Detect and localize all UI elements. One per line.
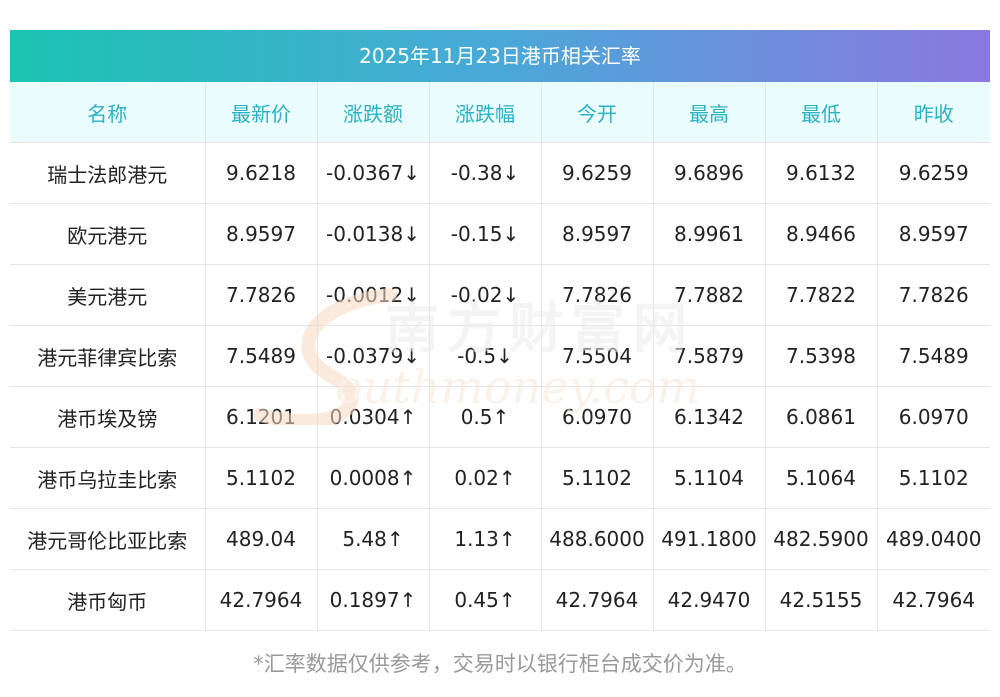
low-price: 42.5155 (765, 569, 878, 631)
footnote: *汇率数据仅供参考，交易时以银行柜台成交价为准。 (253, 652, 747, 676)
prev-close-price: 42.7964 (877, 569, 990, 631)
table-header-row: 名称 最新价 涨跌额 涨跌幅 今开 最高 最低 昨收 (10, 82, 990, 143)
change-percent: -0.15↓ (429, 203, 542, 265)
change-percent: 0.02↑ (429, 447, 542, 509)
currency-pair-name: 美元港元 (10, 264, 206, 326)
change-amount: 5.48↑ (317, 508, 430, 570)
latest-price: 6.1201 (205, 386, 318, 448)
open-price: 6.0970 (541, 386, 654, 448)
prev-close-price: 7.5489 (877, 325, 990, 387)
low-price: 8.9466 (765, 203, 878, 265)
change-percent: 0.5↑ (429, 386, 542, 448)
currency-pair-name: 港元哥伦比亚比索 (10, 508, 206, 570)
low-price: 5.1064 (765, 447, 878, 509)
table-row: 欧元港元 8.9597 -0.0138↓ -0.15↓ 8.9597 8.996… (10, 203, 990, 265)
currency-pair-name: 港币匈币 (10, 569, 206, 631)
high-price: 7.5879 (653, 325, 766, 387)
high-price: 7.7882 (653, 264, 766, 326)
high-price: 6.1342 (653, 386, 766, 448)
high-price: 491.1800 (653, 508, 766, 570)
header-change-pct: 涨跌幅 (429, 82, 542, 143)
low-price: 7.7822 (765, 264, 878, 326)
header-open: 今开 (541, 82, 654, 143)
table-row: 瑞士法郎港元 9.6218 -0.0367↓ -0.38↓ 9.6259 9.6… (10, 142, 990, 204)
latest-price: 7.7826 (205, 264, 318, 326)
open-price: 488.6000 (541, 508, 654, 570)
prev-close-price: 6.0970 (877, 386, 990, 448)
header-name: 名称 (10, 82, 206, 143)
low-price: 482.5900 (765, 508, 878, 570)
change-amount: -0.0138↓ (317, 203, 430, 265)
table-row: 美元港元 7.7826 -0.0012↓ -0.02↓ 7.7826 7.788… (10, 264, 990, 326)
latest-price: 42.7964 (205, 569, 318, 631)
high-price: 5.1104 (653, 447, 766, 509)
change-percent: -0.38↓ (429, 142, 542, 204)
currency-pair-name: 港币埃及镑 (10, 386, 206, 448)
prev-close-price: 7.7826 (877, 264, 990, 326)
open-price: 7.7826 (541, 264, 654, 326)
prev-close-price: 8.9597 (877, 203, 990, 265)
change-percent: 1.13↑ (429, 508, 542, 570)
prev-close-price: 489.0400 (877, 508, 990, 570)
low-price: 9.6132 (765, 142, 878, 204)
open-price: 42.7964 (541, 569, 654, 631)
currency-pair-name: 港币乌拉圭比索 (10, 447, 206, 509)
change-amount: -0.0012↓ (317, 264, 430, 326)
change-amount: -0.0379↓ (317, 325, 430, 387)
table-row: 港元哥伦比亚比索 489.04 5.48↑ 1.13↑ 488.6000 491… (10, 508, 990, 570)
page-title: 2025年11月23日港币相关汇率 (10, 30, 990, 82)
low-price: 7.5398 (765, 325, 878, 387)
change-amount: 0.1897↑ (317, 569, 430, 631)
prev-close-price: 9.6259 (877, 142, 990, 204)
change-percent: -0.02↓ (429, 264, 542, 326)
change-amount: 0.0008↑ (317, 447, 430, 509)
open-price: 8.9597 (541, 203, 654, 265)
table-row: 港元菲律宾比索 7.5489 -0.0379↓ -0.5↓ 7.5504 7.5… (10, 325, 990, 387)
header-change: 涨跌额 (317, 82, 430, 143)
table-row: 港币埃及镑 6.1201 0.0304↑ 0.5↑ 6.0970 6.1342 … (10, 386, 990, 448)
table-row: 港币匈币 42.7964 0.1897↑ 0.45↑ 42.7964 42.94… (10, 569, 990, 631)
prev-close-price: 5.1102 (877, 447, 990, 509)
open-price: 9.6259 (541, 142, 654, 204)
open-price: 7.5504 (541, 325, 654, 387)
low-price: 6.0861 (765, 386, 878, 448)
header-latest: 最新价 (205, 82, 318, 143)
currency-pair-name: 港元菲律宾比索 (10, 325, 206, 387)
latest-price: 5.1102 (205, 447, 318, 509)
change-percent: 0.45↑ (429, 569, 542, 631)
change-percent: -0.5↓ (429, 325, 542, 387)
high-price: 42.9470 (653, 569, 766, 631)
latest-price: 8.9597 (205, 203, 318, 265)
high-price: 8.9961 (653, 203, 766, 265)
header-low: 最低 (765, 82, 878, 143)
change-amount: -0.0367↓ (317, 142, 430, 204)
latest-price: 7.5489 (205, 325, 318, 387)
exchange-rate-table: 名称 最新价 涨跌额 涨跌幅 今开 最高 最低 昨收 瑞士法郎港元 9.6218… (10, 82, 990, 631)
header-high: 最高 (653, 82, 766, 143)
currency-pair-name: 瑞士法郎港元 (10, 142, 206, 204)
high-price: 9.6896 (653, 142, 766, 204)
latest-price: 489.04 (205, 508, 318, 570)
latest-price: 9.6218 (205, 142, 318, 204)
change-amount: 0.0304↑ (317, 386, 430, 448)
open-price: 5.1102 (541, 447, 654, 509)
currency-pair-name: 欧元港元 (10, 203, 206, 265)
table-row: 港币乌拉圭比索 5.1102 0.0008↑ 0.02↑ 5.1102 5.11… (10, 447, 990, 509)
header-prev-close: 昨收 (877, 82, 990, 143)
